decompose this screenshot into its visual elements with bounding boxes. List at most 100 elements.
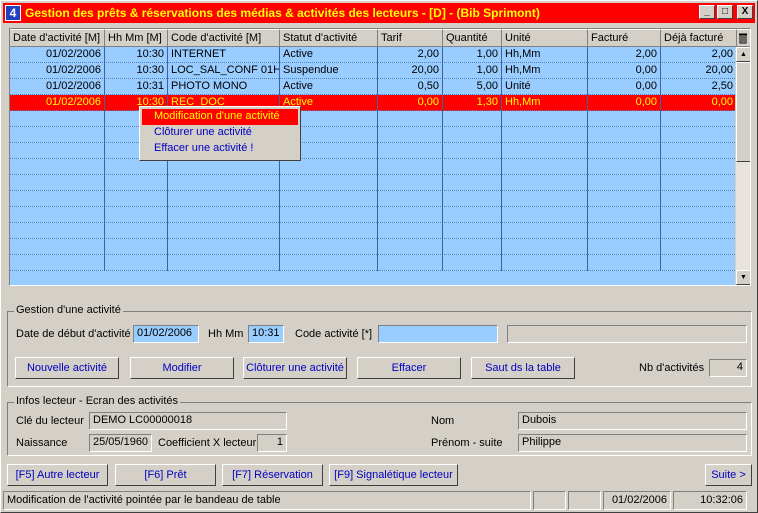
col-tarif[interactable]: Tarif	[378, 29, 443, 47]
table-row[interactable]: 01/02/2006 10:30 REC_DOC Active 0,00 1,30 Hh,M…	[10, 95, 737, 111]
table-row[interactable]: 01/02/2006 10:31 PHOTO MONO Active 0,50 5,00 U…	[10, 79, 737, 95]
next-button[interactable]: Suite >	[705, 464, 752, 486]
cell-date	[10, 255, 105, 271]
activity-count: 4	[709, 359, 747, 377]
table-row[interactable]	[10, 159, 737, 175]
cell-quantite	[443, 223, 502, 239]
cell-quantite: 1,00	[443, 47, 502, 63]
name-field: Dubois	[518, 412, 747, 430]
status-bar: Modification de l'activité pointée par l…	[3, 491, 755, 511]
cell-tarif	[378, 175, 443, 191]
table-header: Date d'activité [M] Hh Mm [M] Code d'act…	[10, 29, 750, 47]
table-row[interactable]	[10, 255, 737, 271]
cell-date	[10, 159, 105, 175]
delete-button[interactable]: Effacer	[357, 357, 461, 379]
start-date-field[interactable]: 01/02/2006	[133, 325, 199, 343]
cell-date	[10, 175, 105, 191]
col-hhmm[interactable]: Hh Mm [M]	[105, 29, 168, 47]
status-time: 10:32:06	[673, 491, 747, 510]
col-code[interactable]: Code d'activité [M]	[168, 29, 280, 47]
cell-deja-facture	[661, 159, 737, 175]
col-quantite[interactable]: Quantité	[443, 29, 502, 47]
close-button[interactable]: X	[737, 5, 753, 19]
col-facture[interactable]: Facturé	[588, 29, 661, 47]
cell-status	[280, 255, 378, 271]
table-row[interactable]	[10, 143, 737, 159]
cell-tarif	[378, 223, 443, 239]
cell-date: 01/02/2006	[10, 95, 105, 111]
cell-tarif	[378, 191, 443, 207]
cell-tarif	[378, 143, 443, 159]
col-date[interactable]: Date d'activité [M]	[10, 29, 105, 47]
f9-label: [F9] Signalétique lecteur	[334, 469, 453, 481]
table-row[interactable]: 01/02/2006 10:30 LOC_SAL_CONF 01H0 Suspendu…	[10, 63, 737, 79]
count-label: Nb d'activités	[639, 362, 705, 374]
table-row[interactable]	[10, 111, 737, 127]
modify-button[interactable]: Modifier	[130, 357, 234, 379]
cell-quantite	[443, 191, 502, 207]
close-activity-button[interactable]: Clôturer une activité	[243, 357, 347, 379]
cell-hhmm	[105, 191, 168, 207]
f6-loan-button[interactable]: [F6] Prêt	[115, 464, 216, 486]
cell-unite	[502, 239, 588, 255]
table-row[interactable]	[10, 207, 737, 223]
cell-tarif	[378, 127, 443, 143]
col-unite[interactable]: Unité	[502, 29, 588, 47]
cell-quantite	[443, 127, 502, 143]
table-row[interactable]: 01/02/2006 10:30 INTERNET Active 2,00 1,00 Hh,…	[10, 47, 737, 63]
app-icon[interactable]: 4	[5, 5, 21, 21]
f9-reader-info-button[interactable]: [F9] Signalétique lecteur	[329, 464, 458, 486]
cell-deja-facture	[661, 239, 737, 255]
table-row[interactable]	[10, 239, 737, 255]
col-status[interactable]: Statut d'activité	[280, 29, 378, 47]
cell-quantite	[443, 143, 502, 159]
ctx-close-activity[interactable]: Clôturer une activité	[142, 125, 298, 141]
trash-icon[interactable]	[737, 29, 750, 47]
cell-deja-facture	[661, 223, 737, 239]
scroll-down-icon[interactable]: ▼	[736, 270, 750, 285]
cell-facture: 0,00	[588, 63, 661, 79]
table-row[interactable]	[10, 223, 737, 239]
cell-unite	[502, 255, 588, 271]
cell-quantite	[443, 239, 502, 255]
cell-quantite: 5,00	[443, 79, 502, 95]
cell-status: Active	[280, 79, 378, 95]
title-bar[interactable]: 4 Gestion des prêts & réservations des m…	[3, 3, 755, 23]
cell-date: 01/02/2006	[10, 63, 105, 79]
cell-date	[10, 127, 105, 143]
context-menu: Modification d'une activité Clôturer une…	[139, 106, 301, 161]
cell-code	[168, 191, 280, 207]
scroll-up-icon[interactable]: ▲	[736, 47, 750, 62]
cell-hhmm: 10:30	[105, 47, 168, 63]
f5-other-reader-button[interactable]: [F5] Autre lecteur	[7, 464, 108, 486]
col-deja-facture[interactable]: Déjà facturé	[661, 29, 737, 47]
maximize-button[interactable]: □	[717, 5, 733, 19]
code-activity-input[interactable]	[378, 325, 498, 343]
table-row[interactable]	[10, 175, 737, 191]
f7-reservation-button[interactable]: [F7] Réservation	[222, 464, 323, 486]
window-title: Gestion des prêts & réservations des méd…	[25, 6, 540, 20]
table-row[interactable]	[10, 127, 737, 143]
close-activity-label: Clôturer une activité	[246, 362, 344, 374]
cell-unite	[502, 111, 588, 127]
cell-facture	[588, 143, 661, 159]
minimize-button[interactable]: _	[699, 5, 715, 19]
cell-deja-facture	[661, 191, 737, 207]
scroll-thumb[interactable]	[736, 62, 750, 162]
table-row[interactable]	[10, 191, 737, 207]
cell-tarif	[378, 239, 443, 255]
cell-code: PHOTO MONO	[168, 79, 280, 95]
cell-facture	[588, 111, 661, 127]
cell-facture: 2,00	[588, 47, 661, 63]
f7-label: [F7] Réservation	[232, 469, 313, 481]
hhmm-field[interactable]: 10:31	[248, 325, 284, 343]
activity-table[interactable]: Date d'activité [M] Hh Mm [M] Code d'act…	[9, 28, 751, 286]
vertical-scrollbar[interactable]: ▲ ▼	[735, 47, 750, 285]
ctx-delete-activity[interactable]: Effacer une activité !	[142, 141, 298, 157]
ctx-modify-activity[interactable]: Modification d'une activité	[142, 109, 298, 125]
coef-field: 1	[257, 434, 287, 452]
cell-date	[10, 143, 105, 159]
jump-table-button[interactable]: Saut ds la table	[471, 357, 575, 379]
cell-deja-facture	[661, 111, 737, 127]
new-activity-button[interactable]: Nouvelle activité	[15, 357, 119, 379]
